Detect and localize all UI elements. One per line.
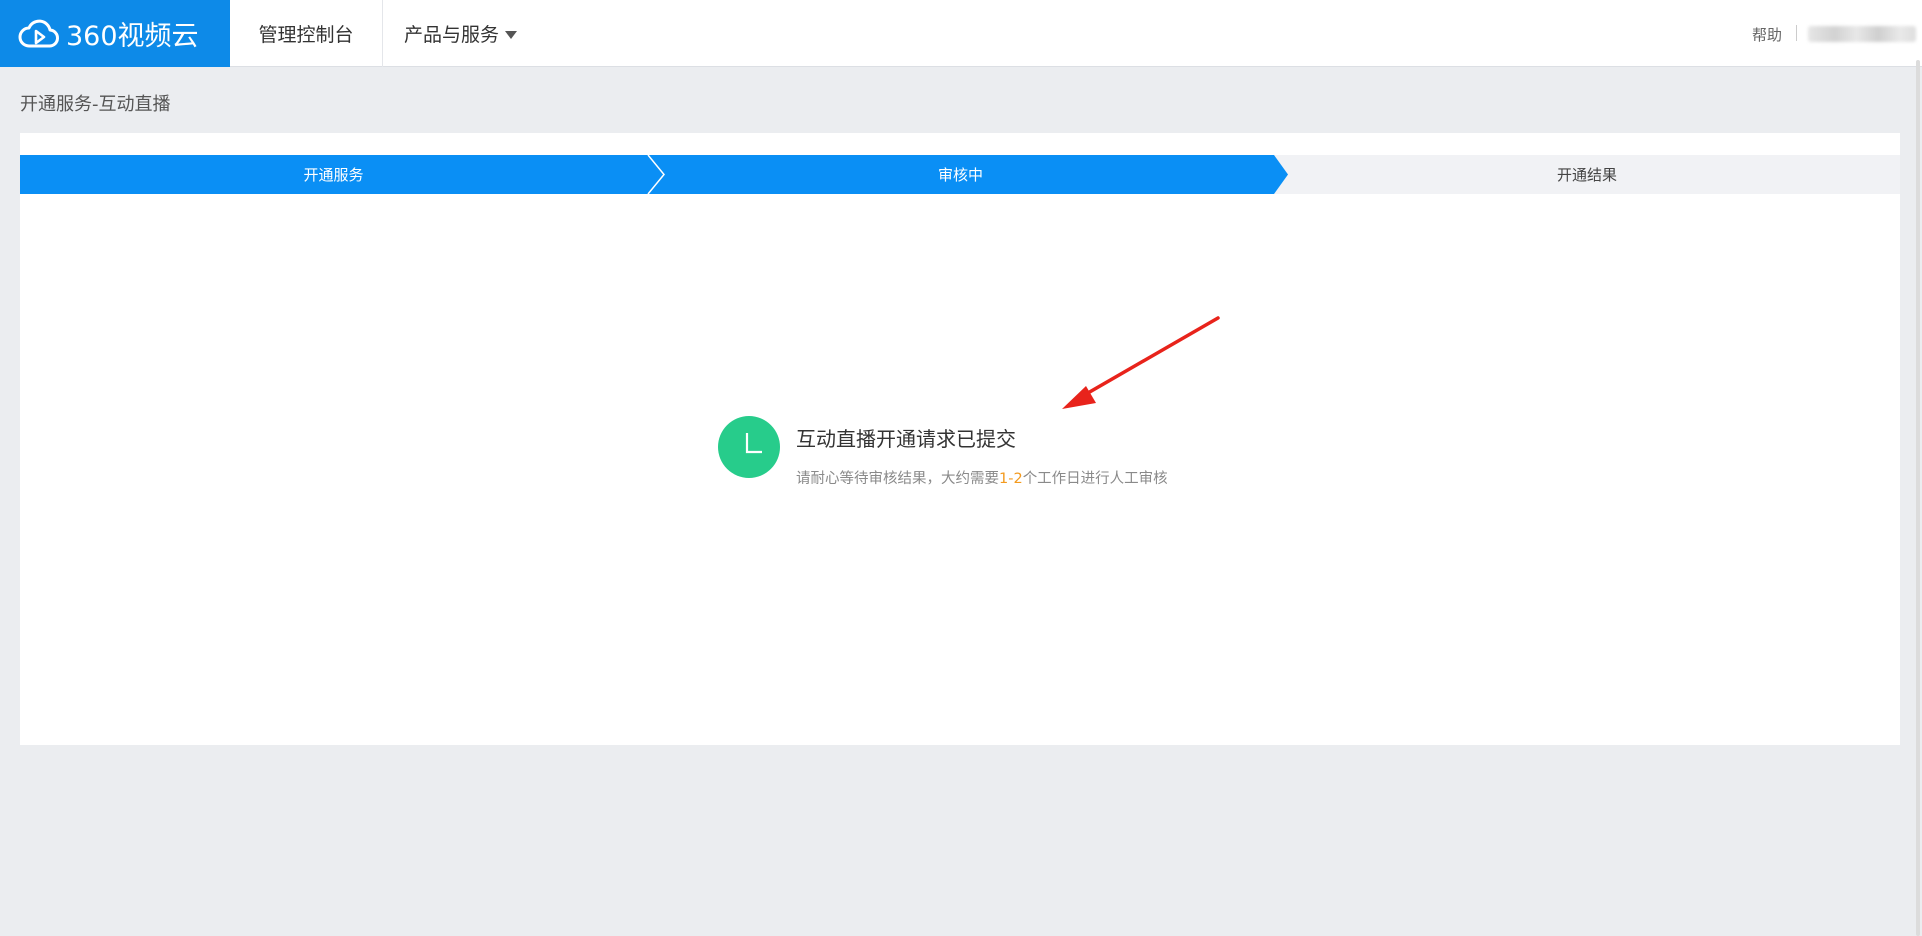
nav-console[interactable]: 管理控制台 <box>230 0 383 67</box>
user-account-menu[interactable] <box>1808 26 1916 42</box>
nav-products-dropdown[interactable]: 产品与服务 <box>383 0 538 67</box>
page-scrollbar[interactable] <box>1916 60 1920 936</box>
help-link[interactable]: 帮助 <box>1752 24 1782 45</box>
cloud-play-icon <box>18 19 59 47</box>
status-description: 请耐心等待审核结果，大约需要1-2个工作日进行人工审核 <box>796 467 1168 488</box>
step-result: 开通结果 <box>1274 155 1900 194</box>
top-navigation-bar: 360视频云 管理控制台 产品与服务 帮助 <box>0 0 1922 67</box>
breadcrumb: 开通服务-互动直播 <box>20 94 171 115</box>
status-desc-prefix: 请耐心等待审核结果，大约需要 <box>796 471 999 487</box>
clock-icon <box>718 416 780 478</box>
step-label: 开通服务 <box>303 166 364 184</box>
step-label: 审核中 <box>937 166 983 184</box>
step-under-review: 审核中 <box>647 155 1274 194</box>
progress-steps: 开通服务 审核中 开通结果 <box>20 155 1900 194</box>
brand-name: 360视频云 <box>66 21 199 52</box>
caret-down-icon <box>505 30 517 39</box>
header-divider <box>1796 25 1797 41</box>
annotation-arrow-icon <box>1062 316 1220 409</box>
status-title: 互动直播开通请求已提交 <box>796 427 1016 451</box>
status-desc-suffix: 个工作日进行人工审核 <box>1022 471 1168 487</box>
nav-products-label: 产品与服务 <box>403 24 499 46</box>
nav-console-label: 管理控制台 <box>258 24 354 46</box>
step-label: 开通结果 <box>1556 166 1617 184</box>
main-panel: 开通服务 审核中 开通结果 互动直播开通请求已提交 请耐心等待审核结果，大约需要… <box>20 133 1900 745</box>
step-open-service: 开通服务 <box>20 155 647 194</box>
brand-logo[interactable]: 360视频云 <box>0 0 230 67</box>
review-duration: 1-2 <box>999 471 1023 487</box>
